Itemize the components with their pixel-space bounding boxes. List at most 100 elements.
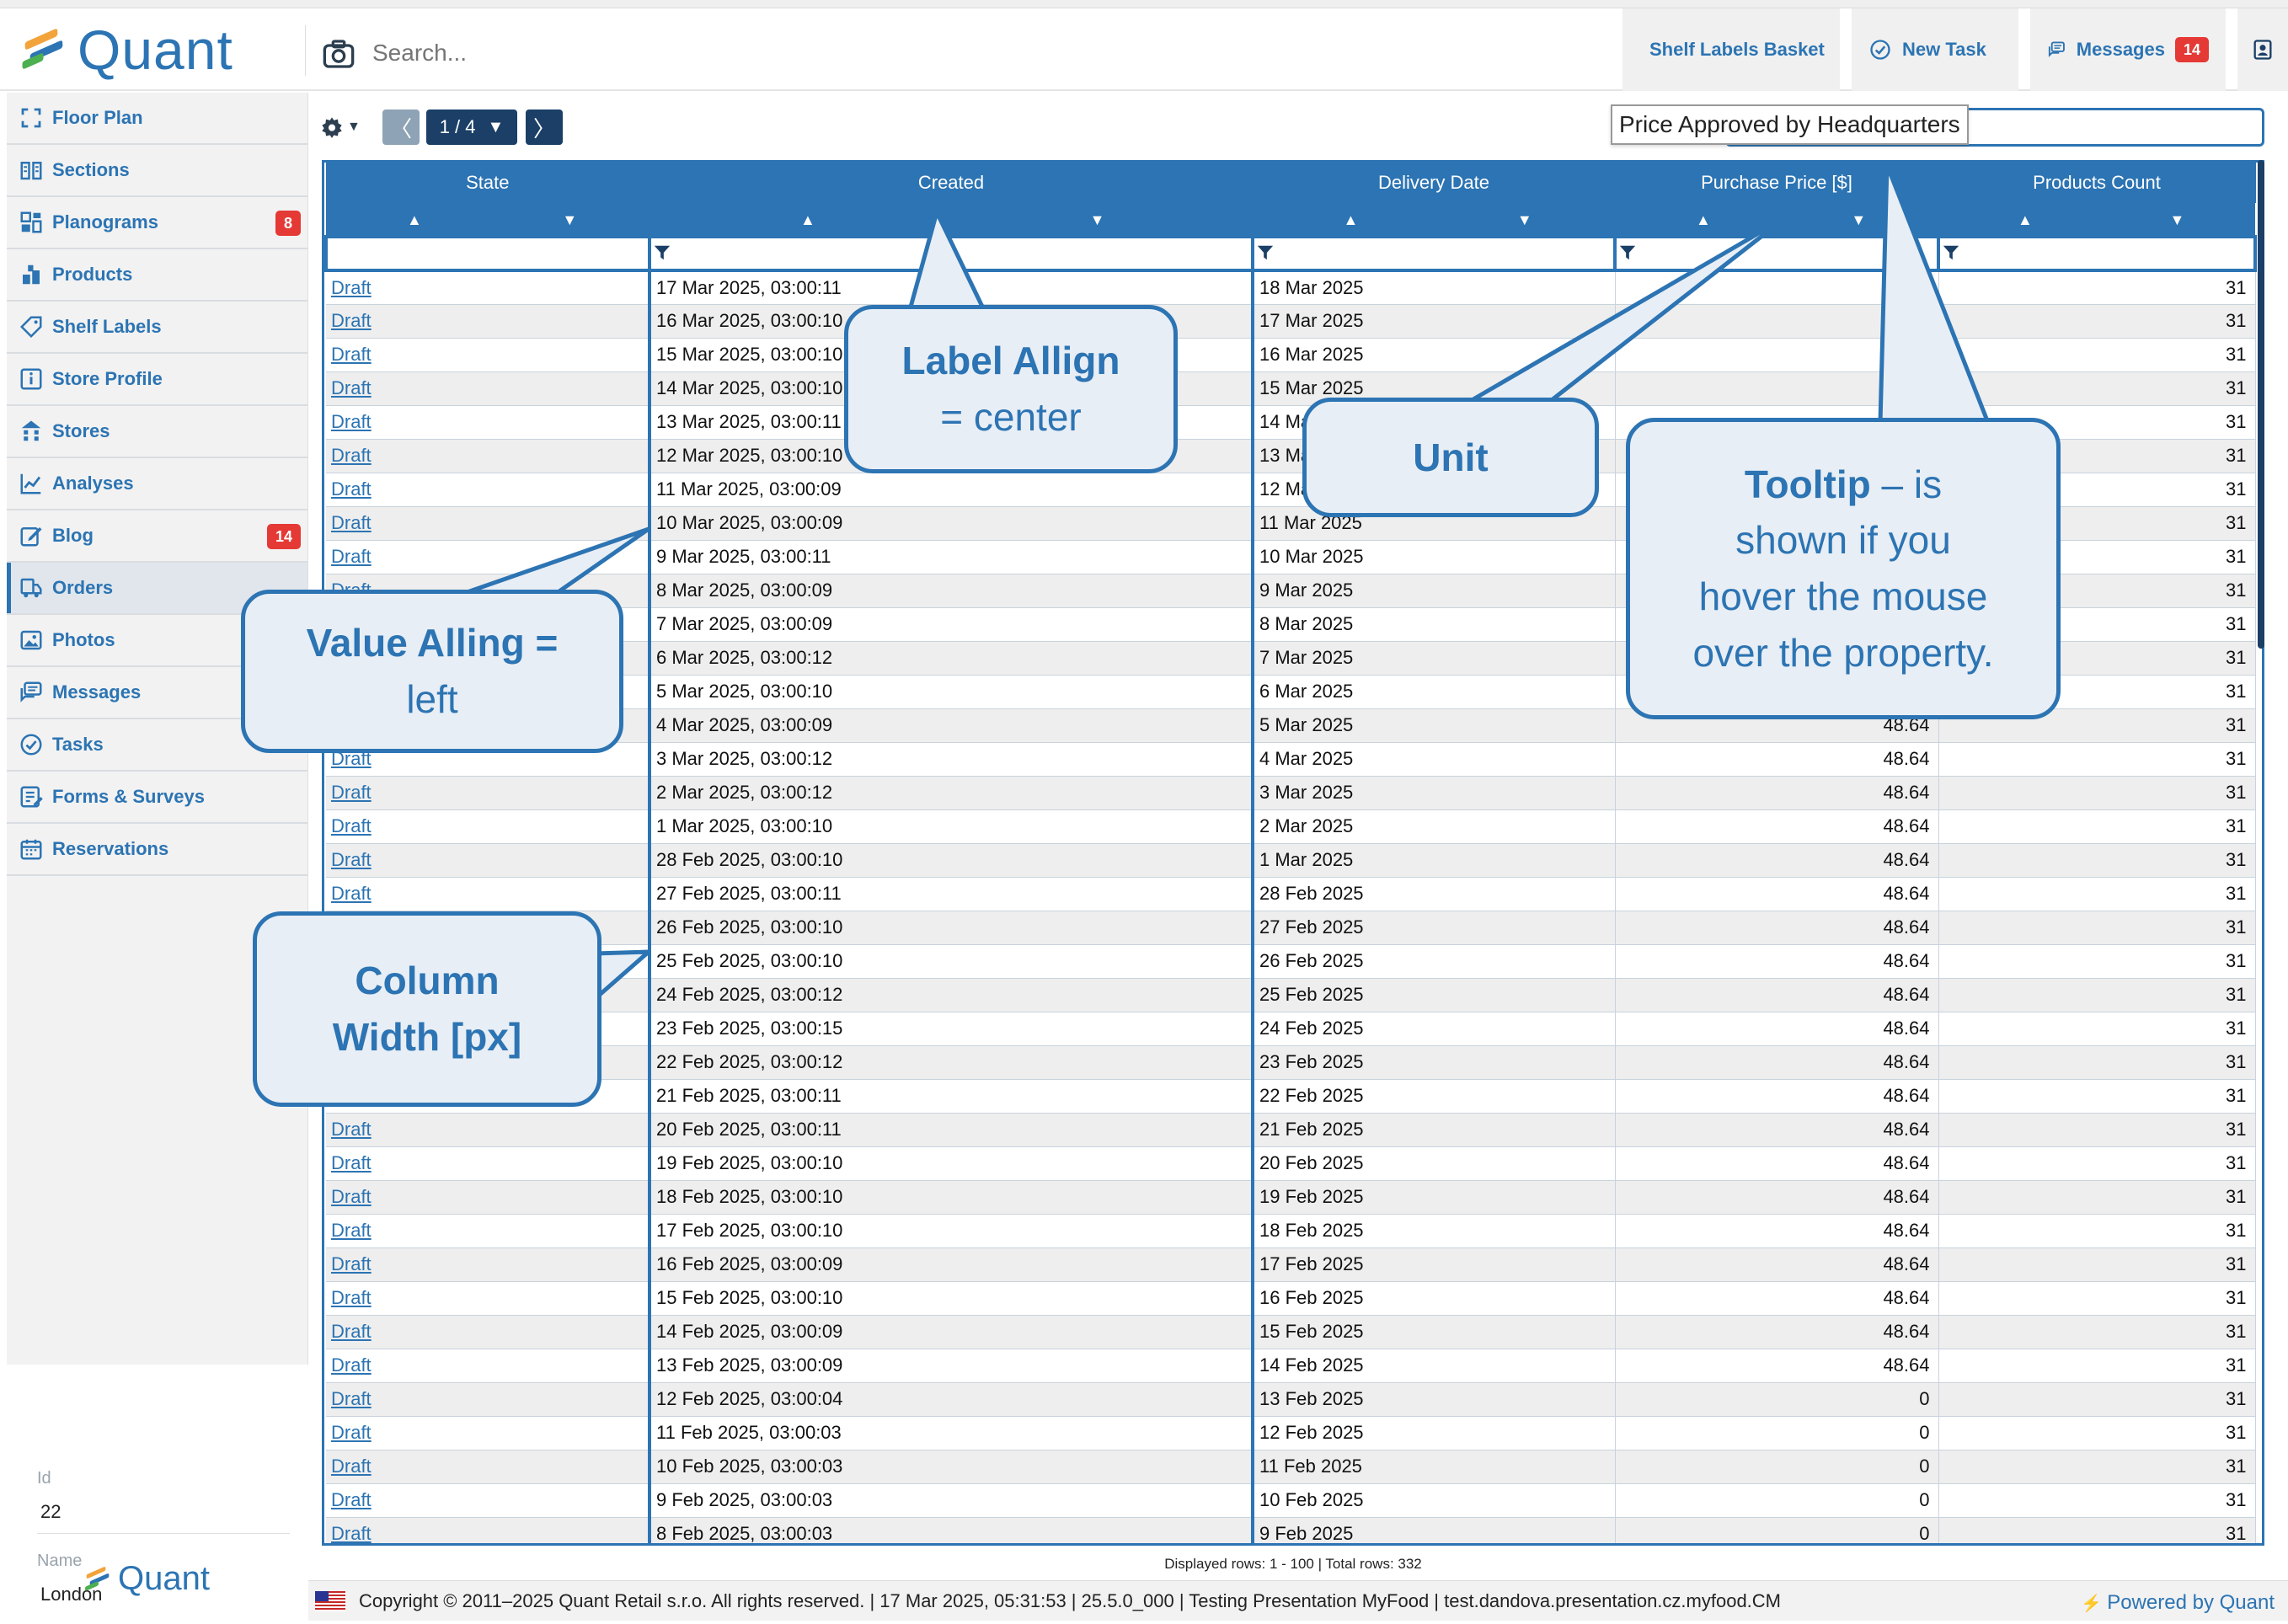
table-row[interactable]: Draft 14 Feb 2025, 03:00:09 15 Feb 2025 48.… [326, 1315, 2256, 1349]
new-task-button[interactable]: New Task [1852, 8, 2018, 91]
table-row[interactable]: Draft 16 Mar 2025, 03:00:10 17 Mar 2025 31 [326, 304, 2256, 339]
table-row[interactable]: Draft 8 Feb 2025, 03:00:03 9 Feb 2025 0 31 [326, 1517, 2256, 1543]
filter-cell-created[interactable] [648, 235, 1254, 272]
user-profile-button[interactable] [2237, 8, 2288, 91]
table-row[interactable]: Draft 18 Feb 2025, 03:00:10 19 Feb 2025 48.… [326, 1180, 2256, 1215]
column-header-created[interactable]: Created [650, 163, 1254, 203]
table-row[interactable]: Draft 13 Feb 2025, 03:00:09 14 Feb 2025 48.… [326, 1349, 2256, 1383]
quant-logo[interactable]: Quant [22, 19, 233, 81]
sort-ascending-icon[interactable]: ▲ [2018, 211, 2033, 229]
state-link[interactable]: Draft [331, 377, 372, 398]
column-header-delivery-date[interactable]: Delivery Date [1253, 163, 1616, 203]
state-link[interactable]: Draft [331, 411, 372, 432]
table-row[interactable]: Draft22 Feb 2025, 03:00:1223 Feb 202548.… [326, 1045, 2256, 1080]
grid-scrollbar[interactable] [2258, 160, 2264, 649]
state-link[interactable]: Draft [331, 1220, 372, 1241]
state-link[interactable]: Draft [331, 512, 372, 533]
sidebar-item-reservations[interactable]: Reservations [7, 824, 307, 876]
state-link[interactable]: Draft [331, 1287, 372, 1308]
shelf-labels-basket-button[interactable]: Shelf Labels Basket [1622, 8, 1840, 91]
sort-descending-icon[interactable]: ▼ [2169, 211, 2184, 229]
sort-descending-icon[interactable]: ▼ [1090, 211, 1105, 229]
table-row[interactable]: Draft26 Feb 2025, 03:00:1027 Feb 202548.… [326, 911, 2256, 945]
table-row[interactable]: Draft 9 Feb 2025, 03:00:03 10 Feb 2025 0 31 [326, 1483, 2256, 1518]
state-link[interactable]: Draft [331, 782, 372, 803]
state-link[interactable]: Draft [331, 815, 372, 836]
table-row[interactable]: Draft 12 Feb 2025, 03:00:04 13 Feb 2025 0 31 [326, 1382, 2256, 1417]
state-link[interactable]: Draft [331, 1321, 372, 1342]
state-link[interactable]: Draft [331, 1354, 372, 1376]
table-row[interactable]: Draft 15 Feb 2025, 03:00:10 16 Feb 2025 48.… [326, 1281, 2256, 1316]
column-header-state[interactable]: State [326, 163, 650, 203]
state-link[interactable]: Draft [331, 546, 372, 567]
table-row[interactable]: Draft23 Feb 2025, 03:00:1524 Feb 202548.… [326, 1012, 2256, 1046]
prev-page-button[interactable]: 〈 [382, 110, 420, 145]
filter-cell-purchase-price[interactable] [1613, 235, 1940, 272]
state-link[interactable]: Draft [331, 277, 372, 298]
table-row[interactable]: Draft 10 Feb 2025, 03:00:03 11 Feb 2025 0 31 [326, 1450, 2256, 1484]
sort-descending-icon[interactable]: ▼ [1851, 211, 1866, 229]
state-link[interactable]: Draft [331, 1523, 372, 1543]
grid-settings-button[interactable]: ▼ [320, 113, 361, 142]
table-row[interactable]: Draft24 Feb 2025, 03:00:1225 Feb 202548.… [326, 978, 2256, 1012]
search-input[interactable] [372, 32, 962, 74]
sidebar-item-planograms[interactable]: Planograms 8 [7, 197, 307, 249]
table-row[interactable]: Draft 17 Feb 2025, 03:00:10 18 Feb 2025 48.… [326, 1214, 2256, 1248]
table-row[interactable]: Draft 19 Feb 2025, 03:00:10 20 Feb 2025 48.… [326, 1146, 2256, 1181]
sidebar-item-stores[interactable]: Stores [7, 406, 307, 458]
sort-descending-icon[interactable]: ▼ [1517, 211, 1532, 229]
page-selector[interactable]: 1 / 4 ▼ [426, 110, 517, 145]
table-row[interactable]: Draft 3 Mar 2025, 03:00:12 4 Mar 2025 48.64… [326, 742, 2256, 777]
sidebar-item-products[interactable]: Products [7, 249, 307, 302]
table-row[interactable]: Draft25 Feb 2025, 03:00:1026 Feb 202548.… [326, 944, 2256, 979]
state-link[interactable]: Draft [331, 1489, 372, 1510]
sort-ascending-icon[interactable]: ▲ [1344, 211, 1359, 229]
state-link[interactable]: Draft [331, 1388, 372, 1409]
next-page-button[interactable]: 〉 [526, 110, 563, 145]
table-row[interactable]: Draft 20 Feb 2025, 03:00:11 21 Feb 2025 48.… [326, 1113, 2256, 1147]
filter-cell-products-count[interactable] [1937, 235, 2257, 272]
filter-cell-delivery-date[interactable] [1251, 235, 1617, 272]
table-row[interactable]: Draft 1 Mar 2025, 03:00:10 2 Mar 2025 48.64… [326, 809, 2256, 844]
camera-icon[interactable] [322, 37, 355, 71]
table-row[interactable]: Draft 16 Feb 2025, 03:00:09 17 Feb 2025 48.… [326, 1247, 2256, 1282]
sort-ascending-icon[interactable]: ▲ [407, 211, 422, 229]
state-link[interactable]: Draft [331, 1119, 372, 1140]
sidebar-item-sections[interactable]: Sections [7, 145, 307, 197]
state-link[interactable]: Draft [331, 478, 372, 499]
column-header-purchase-price[interactable]: Purchase Price [$] [1615, 163, 1939, 203]
state-link[interactable]: Draft [331, 445, 372, 466]
sort-ascending-icon[interactable]: ▲ [1696, 211, 1711, 229]
column-header-products-count[interactable]: Products Count [1938, 163, 2256, 203]
state-link[interactable]: Draft [331, 1152, 372, 1173]
filter-funnel-icon[interactable] [1618, 243, 1637, 262]
sidebar-item-blog[interactable]: Blog 14 [7, 510, 307, 563]
state-link[interactable]: Draft [331, 1253, 372, 1274]
sidebar-item-shelf-labels[interactable]: Shelf Labels [7, 302, 307, 354]
sort-ascending-icon[interactable]: ▲ [800, 211, 815, 229]
table-row[interactable]: Draft 28 Feb 2025, 03:00:10 1 Mar 2025 48.6… [326, 843, 2256, 878]
filter-funnel-icon[interactable] [1942, 243, 1960, 262]
sidebar-item-store-profile[interactable]: Store Profile [7, 354, 307, 406]
filter-funnel-icon[interactable] [653, 243, 671, 262]
state-link[interactable]: Draft [331, 344, 372, 365]
sidebar-item-floor-plan[interactable]: Floor Plan [7, 93, 307, 145]
state-link[interactable]: Draft [331, 310, 372, 331]
filter-funnel-icon[interactable] [1256, 243, 1275, 262]
table-row[interactable]: Draft 14 Mar 2025, 03:00:10 15 Mar 2025 31 [326, 371, 2256, 406]
table-row[interactable]: Draft 15 Mar 2025, 03:00:10 16 Mar 2025 31 [326, 338, 2256, 372]
messages-button[interactable]: Messages 14 [2030, 8, 2226, 91]
powered-by-link[interactable]: ⚡ Powered by Quant [2081, 1591, 2275, 1615]
state-link[interactable]: Draft [331, 1186, 372, 1207]
table-row[interactable]: Draft 17 Mar 2025, 03:00:11 18 Mar 2025 31 [326, 270, 2256, 305]
sort-descending-icon[interactable]: ▼ [562, 211, 577, 229]
sidebar-item-forms-surveys[interactable]: Forms & Surveys [7, 772, 307, 824]
table-row[interactable]: Draft 11 Feb 2025, 03:00:03 12 Feb 2025 0 31 [326, 1416, 2256, 1450]
state-link[interactable]: Draft [331, 849, 372, 870]
table-row[interactable]: Draft 27 Feb 2025, 03:00:11 28 Feb 2025 48.… [326, 877, 2256, 911]
table-row[interactable]: Draft21 Feb 2025, 03:00:1122 Feb 202548.… [326, 1079, 2256, 1114]
state-link[interactable]: Draft [331, 1456, 372, 1477]
state-link[interactable]: Draft [331, 1422, 372, 1443]
sidebar-item-analyses[interactable]: Analyses [7, 458, 307, 510]
state-link[interactable]: Draft [331, 883, 372, 904]
